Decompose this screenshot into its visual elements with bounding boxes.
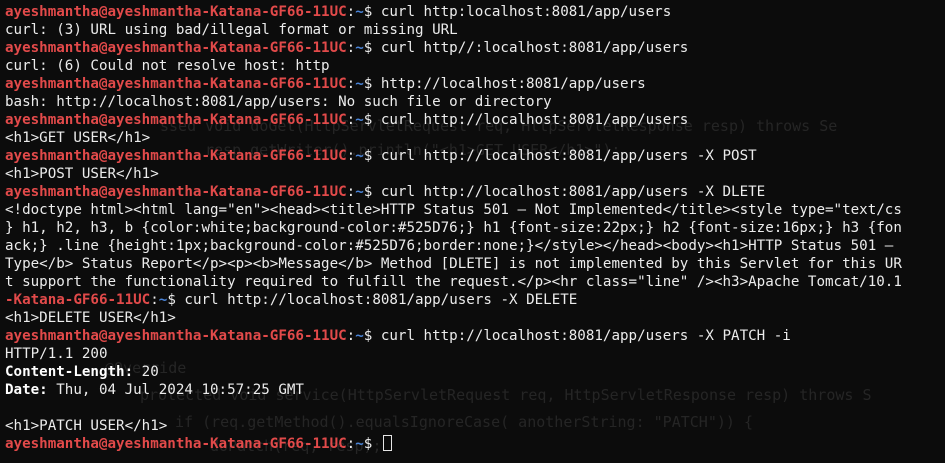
prompt-user-host: ayeshmantha@ayeshmantha-Katana-GF66-11UC	[5, 4, 347, 20]
output-line: <h1>DELETE USER</h1>	[5, 310, 176, 326]
output-line: <!doctype html><html lang="en"><head><ti…	[5, 202, 902, 218]
output-line: curl: (6) Could not resolve host: http	[5, 58, 330, 74]
prompt-user-host: -Katana-GF66-11UC	[5, 292, 151, 308]
http-header-line: Date: Thu, 04 Jul 2024 10:57:25 GMT	[5, 381, 945, 399]
prompt-path: ~	[355, 184, 364, 200]
prompt-user-host: ayeshmantha@ayeshmantha-Katana-GF66-11UC	[5, 112, 347, 128]
command-text: curl http://localhost:8081/app/users -X …	[372, 184, 766, 200]
prompt-user-host: ayeshmantha@ayeshmantha-Katana-GF66-11UC	[5, 328, 347, 344]
command-text: curl http:localhost:8081/app/users	[372, 4, 672, 20]
prompt-separator: :	[346, 148, 356, 164]
prompt-user-host: ayeshmantha@ayeshmantha-Katana-GF66-11UC	[5, 148, 347, 164]
prompt-separator: :	[346, 76, 356, 92]
prompt-line: ayeshmantha@ayeshmantha-Katana-GF66-11UC…	[5, 435, 945, 453]
prompt-path: ~	[355, 4, 364, 20]
command-text[interactable]	[372, 436, 381, 452]
prompt-separator: :	[346, 436, 356, 452]
prompt-separator: :	[346, 112, 356, 128]
prompt-path: ~	[355, 112, 364, 128]
text-cursor[interactable]	[382, 435, 392, 451]
prompt-separator: :	[150, 292, 159, 308]
prompt-path: ~	[355, 40, 364, 56]
prompt-user-host: ayeshmantha@ayeshmantha-Katana-GF66-11UC	[5, 436, 347, 452]
http-header-value: Thu, 04 Jul 2024 10:57:25 GMT	[47, 382, 304, 398]
prompt-separator: :	[346, 328, 356, 344]
prompt-line: ayeshmantha@ayeshmantha-Katana-GF66-11UC…	[5, 147, 945, 165]
prompt-user-host: ayeshmantha@ayeshmantha-Katana-GF66-11UC	[5, 76, 347, 92]
prompt-line: -Katana-GF66-11UC:~$ curl http://localho…	[5, 291, 945, 309]
http-header-value: 20	[133, 364, 159, 380]
terminal-window[interactable]: ssed void doGet(HttpServletRequest req, …	[0, 0, 945, 463]
prompt-symbol: $	[167, 292, 176, 308]
output-line: t support the functionality required to …	[5, 274, 902, 290]
prompt-user-host: ayeshmantha@ayeshmantha-Katana-GF66-11UC	[5, 184, 347, 200]
command-text: curl http://localhost:8081/app/users -X …	[175, 292, 578, 308]
prompt-path: ~	[355, 328, 364, 344]
prompt-separator: :	[346, 184, 356, 200]
prompt-path: ~	[355, 436, 364, 452]
prompt-line: ayeshmantha@ayeshmantha-Katana-GF66-11UC…	[5, 39, 945, 57]
output-line: curl: (3) URL using bad/illegal format o…	[5, 22, 458, 38]
prompt-user-host: ayeshmantha@ayeshmantha-Katana-GF66-11UC	[5, 40, 347, 56]
http-header-line: Content-Length: 20	[5, 363, 945, 381]
prompt-separator: :	[346, 4, 356, 20]
output-line: <h1>POST USER</h1>	[5, 166, 159, 182]
output-line: } h1, h2, h3, b {color:white;background-…	[5, 220, 902, 236]
prompt-line: ayeshmantha@ayeshmantha-Katana-GF66-11UC…	[5, 111, 945, 129]
output-line: ack;} .line {height:1px;background-color…	[5, 238, 894, 254]
output-line: <h1>PATCH USER</h1>	[5, 418, 168, 434]
output-line: HTTP/1.1 200	[5, 346, 108, 362]
output-line: bash: http://localhost:8081/app/users: N…	[5, 94, 552, 110]
prompt-line: ayeshmantha@ayeshmantha-Katana-GF66-11UC…	[5, 327, 945, 345]
http-header-key: Date:	[5, 382, 48, 398]
prompt-line: ayeshmantha@ayeshmantha-Katana-GF66-11UC…	[5, 3, 945, 21]
prompt-line: ayeshmantha@ayeshmantha-Katana-GF66-11UC…	[5, 183, 945, 201]
command-text: curl http//:localhost:8081/app/users	[372, 40, 689, 56]
http-header-key: Content-Length:	[5, 364, 134, 380]
prompt-separator: :	[346, 40, 356, 56]
command-text: curl http://localhost:8081/app/users -X …	[372, 148, 757, 164]
prompt-path: ~	[355, 148, 364, 164]
prompt-line: ayeshmantha@ayeshmantha-Katana-GF66-11UC…	[5, 75, 945, 93]
command-text: curl http://localhost:8081/app/users	[372, 112, 689, 128]
output-line: Type</b> Status Report</p><p><b>Message<…	[5, 256, 902, 272]
command-text: http://localhost:8081/app/users	[372, 76, 646, 92]
output-line: <h1>GET USER</h1>	[5, 130, 151, 146]
command-text: curl http://localhost:8081/app/users -X …	[372, 328, 791, 344]
prompt-path: ~	[355, 76, 364, 92]
